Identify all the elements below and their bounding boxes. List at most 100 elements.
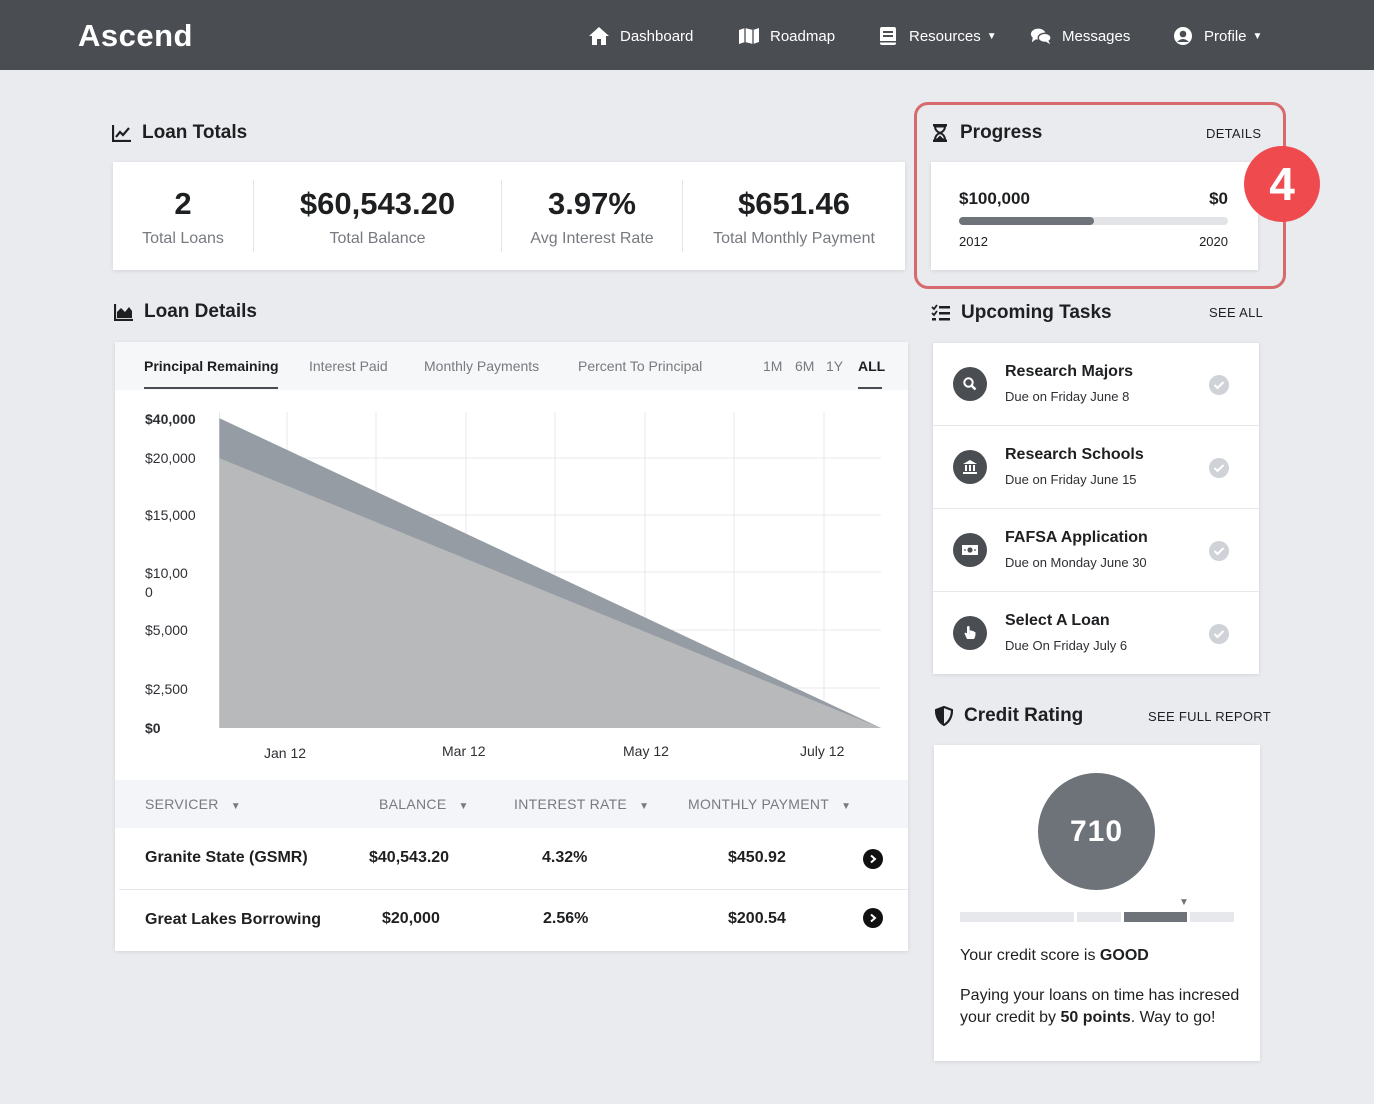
x-tick-label: Mar 12	[442, 743, 486, 759]
column-header-label: SERVICER	[145, 796, 219, 812]
score-scale-segment	[1190, 912, 1234, 922]
chevron-right-icon[interactable]	[863, 849, 883, 869]
principal-area-chart	[219, 412, 881, 728]
task-item[interactable]: Select A Loan Due On Friday July 6	[933, 592, 1259, 675]
stat-total-loans: 2 Total Loans	[113, 162, 253, 270]
see-all-tasks-link[interactable]: SEE ALL	[1209, 305, 1263, 320]
progress-highlight-outline	[914, 102, 1286, 289]
credit-rating-heading: Credit Rating	[934, 705, 1083, 727]
sort-down-icon: ▼	[639, 801, 650, 812]
x-tick-label: May 12	[623, 743, 669, 759]
area-chart-icon	[114, 302, 134, 322]
task-item[interactable]: FAFSA Application Due on Monday June 30	[933, 509, 1259, 592]
active-tab-underline	[144, 387, 278, 389]
tab-monthly-payments[interactable]: Monthly Payments	[424, 358, 539, 374]
upcoming-tasks-heading: Upcoming Tasks	[931, 302, 1112, 324]
chat-bubbles-icon	[1030, 25, 1052, 47]
task-name: Research Schools	[1005, 446, 1144, 463]
y-tick-label: $40,000	[145, 411, 196, 427]
user-circle-icon	[1172, 25, 1194, 47]
column-header-label: BALANCE	[379, 796, 447, 812]
range-6m[interactable]: 6M	[795, 358, 814, 374]
column-header-servicer[interactable]: SERVICER ▼	[145, 780, 241, 828]
column-header-balance[interactable]: BALANCE ▼	[379, 780, 469, 828]
tab-principal-remaining[interactable]: Principal Remaining	[144, 358, 279, 374]
nav-resources-label: Resources	[909, 27, 981, 45]
nav-roadmap[interactable]: Roadmap	[738, 24, 835, 48]
loan-totals-card: 2 Total Loans $60,543.20 Total Balance 3…	[113, 162, 905, 270]
step-number-badge: 4	[1244, 146, 1320, 222]
table-row[interactable]: Great Lakes Borrowing $20,000 2.56% $200…	[115, 890, 908, 951]
table-row[interactable]: Granite State (GSMR) $40,543.20 4.32% $4…	[115, 828, 908, 889]
nav-messages-label: Messages	[1062, 27, 1131, 45]
map-icon	[738, 25, 760, 47]
stat-label: Total Monthly Payment	[713, 230, 875, 247]
stat-value: 2	[174, 186, 192, 221]
loan-details-title: Loan Details	[144, 301, 257, 322]
task-due-date: Due on Friday June 15	[1005, 472, 1137, 487]
check-circle-icon[interactable]	[1209, 458, 1229, 478]
column-header-interest-rate[interactable]: INTEREST RATE ▼	[514, 780, 649, 828]
nav-profile-label: Profile	[1204, 27, 1247, 45]
task-due-date: Due On Friday July 6	[1005, 638, 1128, 653]
check-circle-icon[interactable]	[1209, 624, 1229, 644]
money-icon	[953, 533, 987, 567]
nav-resources[interactable]: Resources ▼	[877, 24, 997, 48]
line-chart-icon	[112, 123, 132, 143]
credit-rating-text: Your credit score is GOOD	[960, 947, 1149, 965]
task-list-icon	[931, 303, 951, 323]
active-range-underline	[858, 387, 882, 389]
task-item[interactable]: Research Schools Due on Friday June 15	[933, 426, 1259, 509]
row-payment: $450.92	[728, 849, 786, 866]
chevron-down-icon: ▼	[986, 30, 997, 42]
range-1m[interactable]: 1M	[763, 358, 782, 374]
loan-details-card: Principal Remaining Interest Paid Monthl…	[115, 342, 908, 951]
task-name: Select A Loan	[1005, 612, 1110, 629]
range-1y[interactable]: 1Y	[826, 358, 843, 374]
stat-label: Total Loans	[142, 230, 224, 247]
column-header-label: MONTHLY PAYMENT	[688, 796, 830, 812]
row-rate: 4.32%	[542, 849, 588, 866]
task-item[interactable]: Research Majors Due on Friday June 8	[933, 343, 1259, 426]
column-header-monthly-payment[interactable]: MONTHLY PAYMENT ▼	[688, 780, 851, 828]
tab-percent-to-principal[interactable]: Percent To Principal	[578, 358, 702, 374]
task-due-date: Due on Friday June 8	[1005, 389, 1130, 404]
brand-logo[interactable]: Ascend	[78, 18, 193, 54]
top-nav-bar: Ascend Dashboard Roadmap Resources ▼ Mes…	[0, 0, 1374, 70]
pointer-hand-icon	[953, 616, 987, 650]
y-tick-label: $2,500	[145, 681, 188, 697]
chart-tab-strip: Principal Remaining Interest Paid Monthl…	[115, 342, 908, 390]
stat-value: $651.46	[737, 186, 851, 221]
credit-message-end: . Way to go!	[1130, 1009, 1216, 1026]
y-tick-label: $0	[145, 720, 161, 736]
nav-dashboard[interactable]: Dashboard	[588, 24, 693, 48]
check-circle-icon[interactable]	[1209, 375, 1229, 395]
row-payment: $200.54	[728, 910, 786, 927]
y-tick-label: $15,000	[145, 507, 196, 523]
loan-table-header: SERVICER ▼ BALANCE ▼ INTEREST RATE ▼ MONTHL…	[115, 780, 908, 828]
tab-interest-paid[interactable]: Interest Paid	[309, 358, 388, 374]
loan-totals-title: Loan Totals	[142, 122, 248, 143]
see-full-report-link[interactable]: SEE FULL REPORT	[1148, 709, 1271, 724]
credit-message: Paying your loans on time has incresed y…	[960, 985, 1250, 1029]
range-all[interactable]: ALL	[858, 358, 885, 374]
book-icon	[877, 25, 899, 47]
row-balance: $40,543.20	[369, 849, 450, 866]
loan-details-heading: Loan Details	[114, 301, 257, 323]
nav-messages[interactable]: Messages	[1030, 24, 1130, 48]
score-marker-icon: ▼	[1179, 897, 1189, 908]
nav-profile[interactable]: Profile ▼	[1172, 24, 1262, 48]
check-circle-icon[interactable]	[1209, 541, 1229, 561]
stat-value: 3.97%	[548, 186, 636, 221]
search-icon	[953, 367, 987, 401]
chevron-down-icon: ▼	[1252, 30, 1263, 42]
upcoming-tasks-card: Research Majors Due on Friday June 8 Res…	[933, 343, 1259, 674]
sort-down-icon: ▼	[841, 801, 852, 812]
y-tick-label: $20,000	[145, 450, 196, 466]
chevron-right-icon[interactable]	[863, 908, 883, 928]
home-icon	[588, 25, 610, 47]
bank-icon	[953, 450, 987, 484]
shield-icon	[934, 706, 954, 726]
x-tick-label: Jan 12	[264, 745, 307, 761]
y-tick-label: $10,00 0	[145, 565, 188, 600]
